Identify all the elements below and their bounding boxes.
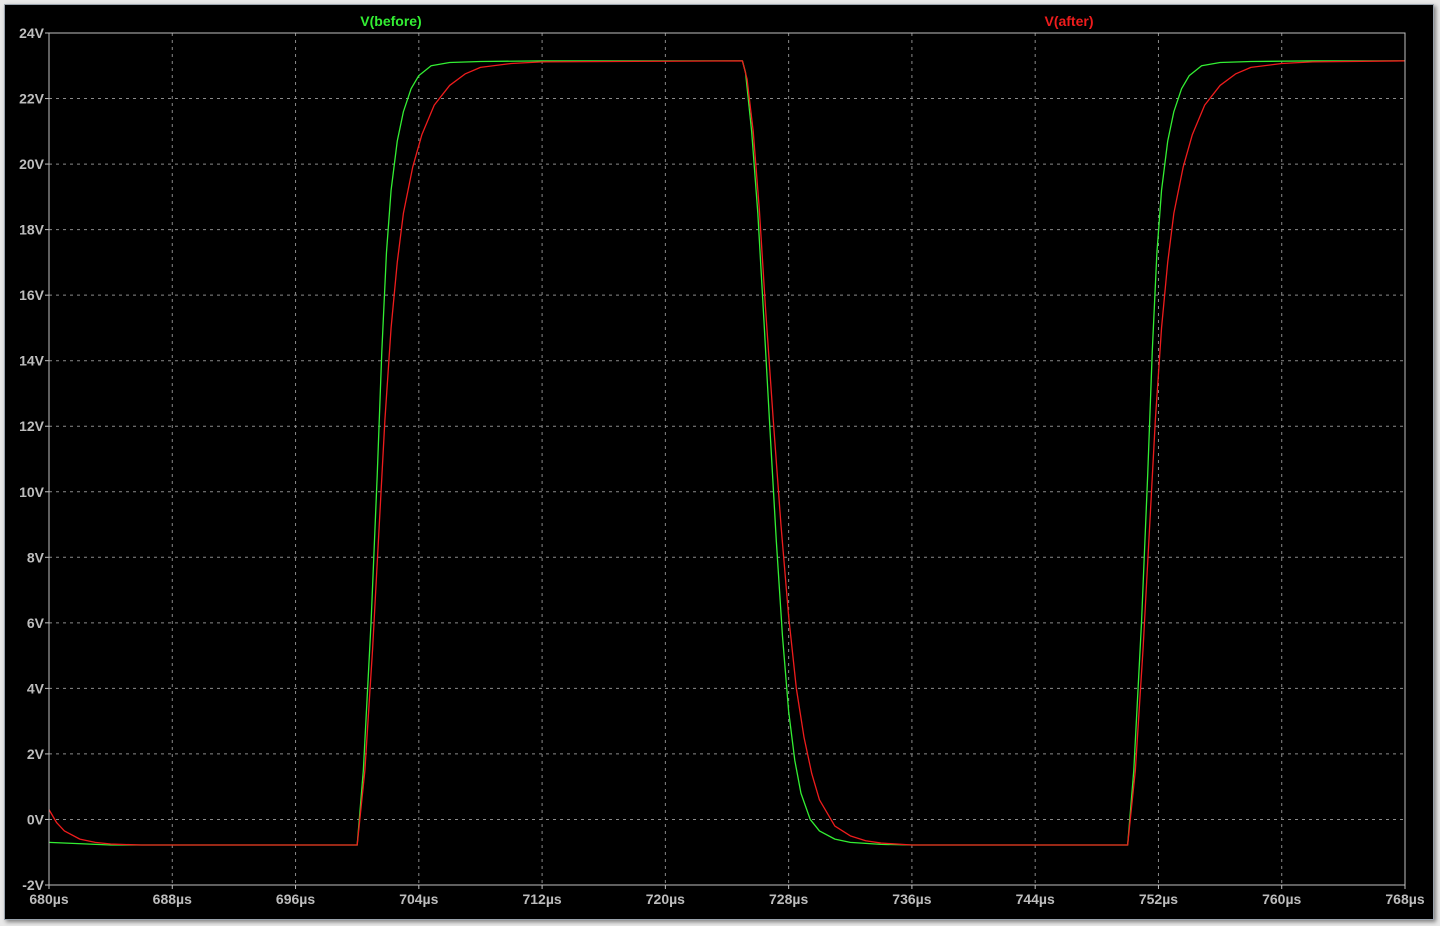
y-tick-label: 22V (19, 91, 45, 107)
x-tick-label: 728µs (769, 891, 808, 907)
x-tick-label: 768µs (1385, 891, 1424, 907)
legend-item-before[interactable]: V(before) (360, 13, 421, 29)
x-tick-label: 680µs (29, 891, 68, 907)
x-tick-label: 744µs (1016, 891, 1055, 907)
waveform-viewer-window: 680µs 688µs 696µs 704µs 712µs 720µs 728µs 736µs… (4, 4, 1434, 920)
y-tick-label: 20V (19, 156, 45, 172)
legend-item-after[interactable]: V(after) (1044, 13, 1093, 29)
x-tick-label: 688µs (153, 891, 192, 907)
x-tick-label: 704µs (399, 891, 438, 907)
x-tick-label: 760µs (1262, 891, 1301, 907)
x-tick-label: 696µs (276, 891, 315, 907)
y-tick-label: 8V (27, 549, 45, 565)
plot-area (49, 33, 1405, 885)
y-tick-label: 24V (19, 25, 45, 41)
y-tick-label: 16V (19, 287, 45, 303)
x-tick-label: 752µs (1139, 891, 1178, 907)
y-tick-label: 0V (27, 811, 45, 827)
grid-layer (49, 33, 1405, 885)
x-tick-label: 736µs (892, 891, 931, 907)
y-tick-label: 2V (27, 746, 45, 762)
y-tick-label: 12V (19, 418, 45, 434)
y-tick-label: 14V (19, 353, 45, 369)
y-tick-label: 4V (27, 680, 45, 696)
y-tick-label: -2V (22, 877, 44, 893)
waveform-plot[interactable]: 680µs 688µs 696µs 704µs 712µs 720µs 728µs 736µs… (5, 5, 1433, 919)
legend: V(before) V(after) (360, 13, 1093, 29)
x-tick-label: 720µs (646, 891, 685, 907)
x-tick-label: 712µs (522, 891, 561, 907)
y-tick-label: 6V (27, 615, 45, 631)
y-tick-label: 10V (19, 484, 45, 500)
y-tick-label: 18V (19, 222, 45, 238)
